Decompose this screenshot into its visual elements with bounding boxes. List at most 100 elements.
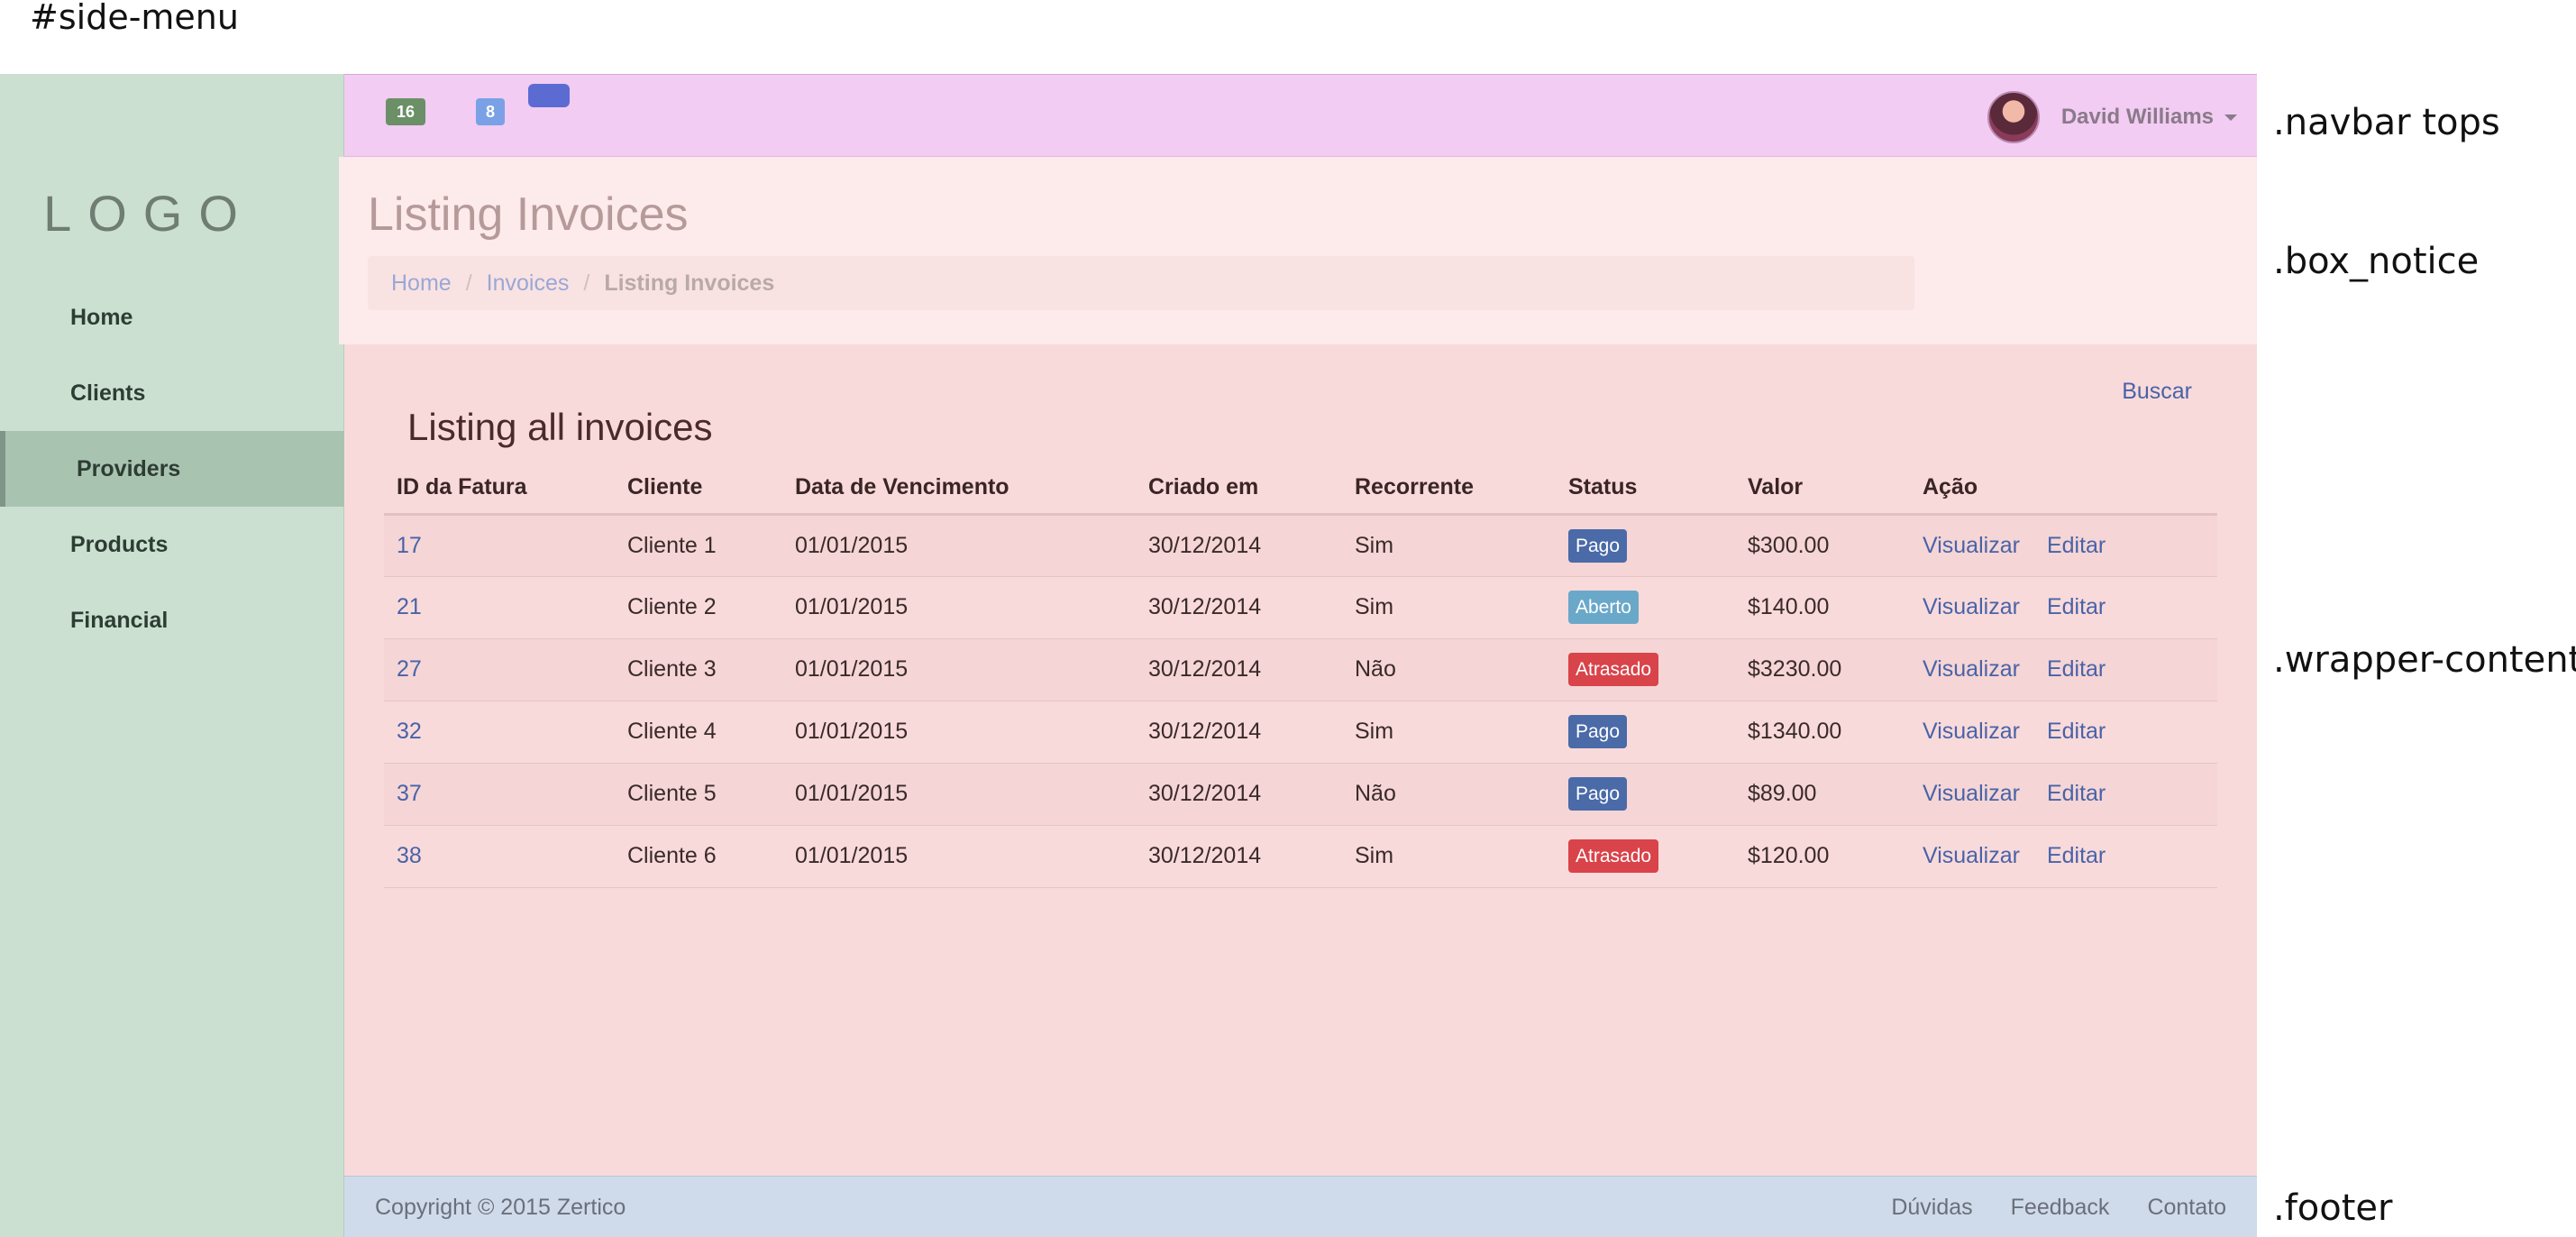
actions-cell: Visualizar Editar: [1910, 638, 2217, 701]
client-cell: Cliente 5: [615, 763, 782, 826]
invoice-id[interactable]: 21: [397, 594, 422, 619]
invoice-id-link[interactable]: 32: [384, 701, 615, 764]
column-header: Valor: [1735, 462, 1910, 516]
caret-down-icon[interactable]: [2224, 114, 2237, 121]
status-badge: Pago: [1568, 528, 1628, 563]
footer: Copyright © 2015 Zertico Dúvidas Feedbac…: [344, 1176, 2257, 1237]
client-cell: Cliente 6: [615, 825, 782, 888]
edit-link[interactable]: Editar: [2047, 719, 2106, 744]
client-cell: Cliente 3: [615, 638, 782, 701]
actions-cell: Visualizar Editar: [1910, 514, 2217, 577]
footer-link-duvidas[interactable]: Dúvidas: [1891, 1195, 1972, 1221]
status-badge: Aberto: [1568, 591, 1639, 624]
edit-link[interactable]: Editar: [2047, 656, 2106, 682]
column-header: Cliente: [615, 462, 782, 516]
invoice-id[interactable]: 17: [397, 533, 422, 558]
status-cell: Atrasado: [1556, 638, 1735, 701]
sidebar-item-providers[interactable]: Providers: [0, 431, 344, 507]
sidebar-item-home[interactable]: Home: [0, 279, 344, 355]
column-header: Recorrente: [1342, 462, 1556, 516]
due-date-cell: 01/01/2015: [782, 514, 1136, 577]
table-header-row: ID da Fatura Cliente Data de Vencimento …: [384, 462, 2217, 516]
actions-cell: Visualizar Editar: [1910, 825, 2217, 888]
recurring-cell: Não: [1342, 763, 1556, 826]
view-link[interactable]: Visualizar: [1923, 533, 2020, 558]
footer-link-contato[interactable]: Contato: [2147, 1195, 2226, 1221]
wrapper-content: Buscar Listing all invoices ID da Fatura…: [344, 344, 2257, 1176]
value-cell: $120.00: [1735, 825, 1910, 888]
invoice-id-link[interactable]: 37: [384, 763, 615, 826]
footer-link-feedback[interactable]: Feedback: [2011, 1195, 2110, 1221]
copyright: Copyright © 2015 Zertico: [375, 1195, 626, 1220]
user-menu[interactable]: David Williams: [1987, 91, 2237, 143]
invoice-id[interactable]: 32: [397, 719, 422, 744]
invoice-id-link[interactable]: 17: [384, 514, 615, 577]
created-cell: 30/12/2014: [1136, 576, 1342, 639]
status-cell: Aberto: [1556, 576, 1735, 639]
column-header: ID da Fatura: [384, 462, 615, 516]
actions-cell: Visualizar Editar: [1910, 576, 2217, 639]
edit-link[interactable]: Editar: [2047, 533, 2106, 558]
logo: LOGO: [43, 185, 254, 242]
view-link[interactable]: Visualizar: [1923, 719, 2020, 744]
breadcrumb-invoices[interactable]: Invoices: [487, 270, 570, 297]
sidebar-item-products[interactable]: Products: [0, 507, 344, 582]
invoice-id-link[interactable]: 27: [384, 638, 615, 701]
edit-link[interactable]: Editar: [2047, 781, 2106, 806]
status-cell: Pago: [1556, 763, 1735, 826]
invoice-id-link[interactable]: 21: [384, 576, 615, 639]
view-link[interactable]: Visualizar: [1923, 656, 2020, 682]
view-link[interactable]: Visualizar: [1923, 843, 2020, 868]
column-header: Ação: [1910, 462, 2217, 516]
table-row: 17 Cliente 1 01/01/2015 30/12/2014 Sim Pago $3…: [384, 514, 2217, 577]
created-cell: 30/12/2014: [1136, 825, 1342, 888]
edit-link[interactable]: Editar: [2047, 594, 2106, 619]
sidebar-item-clients[interactable]: Clients: [0, 355, 344, 431]
box-notice: Listing Invoices Home / Invoices / Listi…: [339, 157, 2257, 344]
edit-link[interactable]: Editar: [2047, 843, 2106, 868]
created-cell: 30/12/2014: [1136, 514, 1342, 577]
status-badge: Pago: [1568, 777, 1628, 811]
due-date-cell: 01/01/2015: [782, 763, 1136, 826]
wrapper-content-annotation: .wrapper-content: [2273, 639, 2576, 681]
created-cell: 30/12/2014: [1136, 701, 1342, 764]
actions-cell: Visualizar Editar: [1910, 763, 2217, 826]
invoice-id[interactable]: 38: [397, 843, 422, 868]
view-link[interactable]: Visualizar: [1923, 781, 2020, 806]
value-cell: $300.00: [1735, 514, 1910, 577]
table-row: 37 Cliente 5 01/01/2015 30/12/2014 Não Pago $8…: [384, 763, 2217, 826]
status-badge: Atrasado: [1568, 839, 1659, 873]
invoice-id-link[interactable]: 38: [384, 825, 615, 888]
view-link[interactable]: Visualizar: [1923, 594, 2020, 619]
status-cell: Pago: [1556, 701, 1735, 764]
table-row: 38 Cliente 6 01/01/2015 30/12/2014 Sim Atrasa…: [384, 825, 2217, 888]
table-row: 21 Cliente 2 01/01/2015 30/12/2014 Sim Aberto…: [384, 576, 2217, 639]
task-badge[interactable]: [528, 84, 570, 107]
message-badge[interactable]: 8: [476, 98, 505, 125]
breadcrumb-separator: /: [465, 270, 472, 296]
sidebar-item-financial[interactable]: Financial: [0, 582, 344, 658]
invoice-id[interactable]: 37: [397, 781, 422, 806]
user-name[interactable]: David Williams: [2061, 105, 2214, 130]
breadcrumb-separator: /: [583, 270, 590, 296]
navbar-annotation: .navbar tops: [2273, 102, 2500, 143]
value-cell: $1340.00: [1735, 701, 1910, 764]
due-date-cell: 01/01/2015: [782, 638, 1136, 701]
box-notice-annotation: .box_notice: [2273, 241, 2480, 282]
avatar[interactable]: [1987, 91, 2040, 143]
created-cell: 30/12/2014: [1136, 638, 1342, 701]
footer-links: Dúvidas Feedback Contato: [1891, 1195, 2226, 1221]
due-date-cell: 01/01/2015: [782, 701, 1136, 764]
invoice-id[interactable]: 27: [397, 656, 422, 682]
table-row: 27 Cliente 3 01/01/2015 30/12/2014 Não Atrasa…: [384, 638, 2217, 701]
status-cell: Atrasado: [1556, 825, 1735, 888]
recurring-cell: Sim: [1342, 514, 1556, 577]
due-date-cell: 01/01/2015: [782, 825, 1136, 888]
due-date-cell: 01/01/2015: [782, 576, 1136, 639]
search-link[interactable]: Buscar: [2122, 379, 2192, 405]
notification-badge[interactable]: 16: [386, 98, 425, 125]
recurring-cell: Sim: [1342, 701, 1556, 764]
breadcrumb-home[interactable]: Home: [391, 270, 452, 297]
breadcrumb: Home / Invoices / Listing Invoices: [368, 256, 1914, 310]
client-cell: Cliente 2: [615, 576, 782, 639]
